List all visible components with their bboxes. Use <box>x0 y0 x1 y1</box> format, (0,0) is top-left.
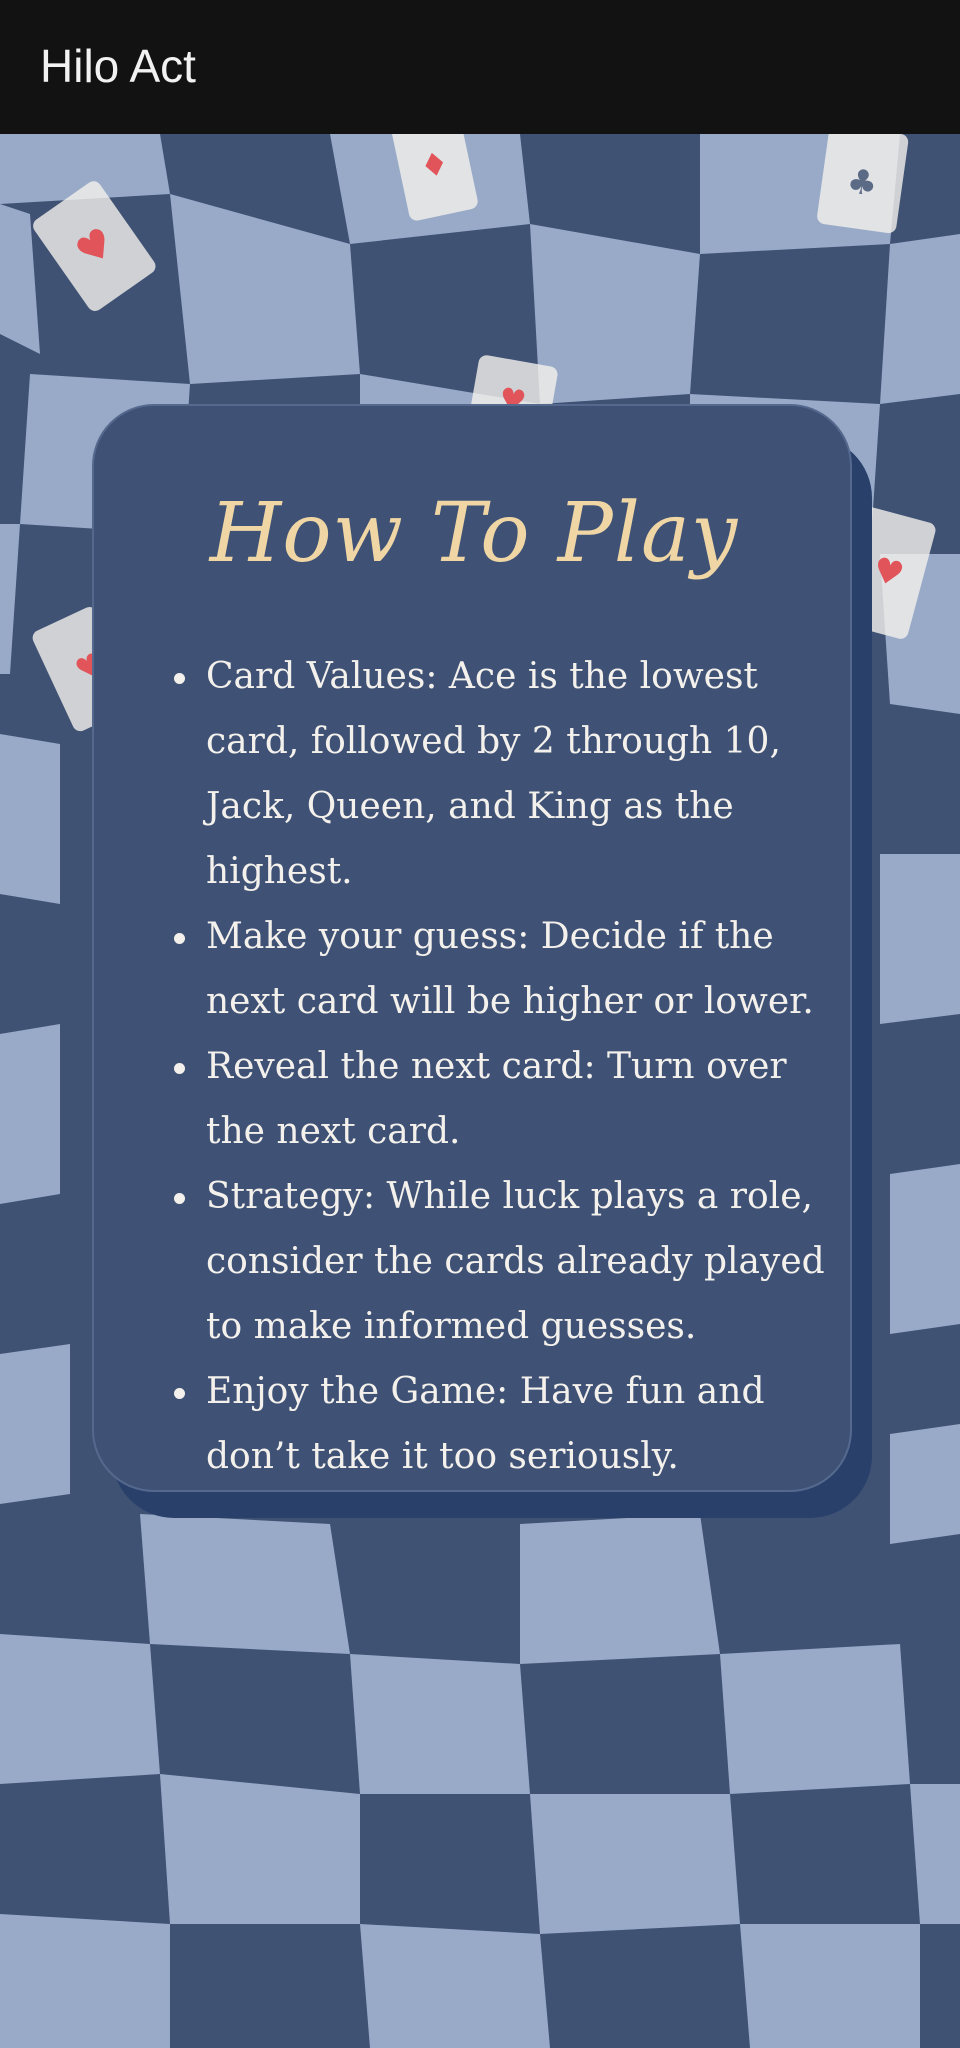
rule-text: Make your guess: Decide if the next card… <box>206 916 814 1022</box>
app-bar: Hilo Act <box>0 0 960 134</box>
rule-item: Card Values: Ace is the lowest card, fol… <box>174 644 830 904</box>
app-title: Hilo Act <box>40 40 196 92</box>
rule-item: Make your guess: Decide if the next card… <box>174 904 830 1034</box>
rule-item: Reveal the next card: Turn over the next… <box>174 1034 830 1164</box>
clubs-card-icon: ♣ <box>817 134 909 234</box>
app-screen: Hilo Act ♥ ♦ ♣ ♥ ♥ ♥ How To Play Card Va… <box>0 0 960 2048</box>
rule-text: Enjoy the Game: Have fun and don’t take … <box>206 1371 765 1477</box>
rule-item: Enjoy the Game: Have fun and don’t take … <box>174 1359 830 1489</box>
how-to-play-title: How To Play <box>209 486 739 581</box>
rule-text: Card Values: Ace is the lowest card, fol… <box>206 656 781 892</box>
rule-item: Strategy: While luck plays a role, consi… <box>174 1164 830 1359</box>
how-to-play-card: How To Play Card Values: Ace is the lowe… <box>92 404 852 1492</box>
rules-list: Card Values: Ace is the lowest card, fol… <box>160 644 830 1489</box>
rule-text: Reveal the next card: Turn over the next… <box>206 1046 787 1152</box>
rule-text: Strategy: While luck plays a role, consi… <box>206 1176 825 1347</box>
svg-text:♣: ♣ <box>844 161 880 205</box>
